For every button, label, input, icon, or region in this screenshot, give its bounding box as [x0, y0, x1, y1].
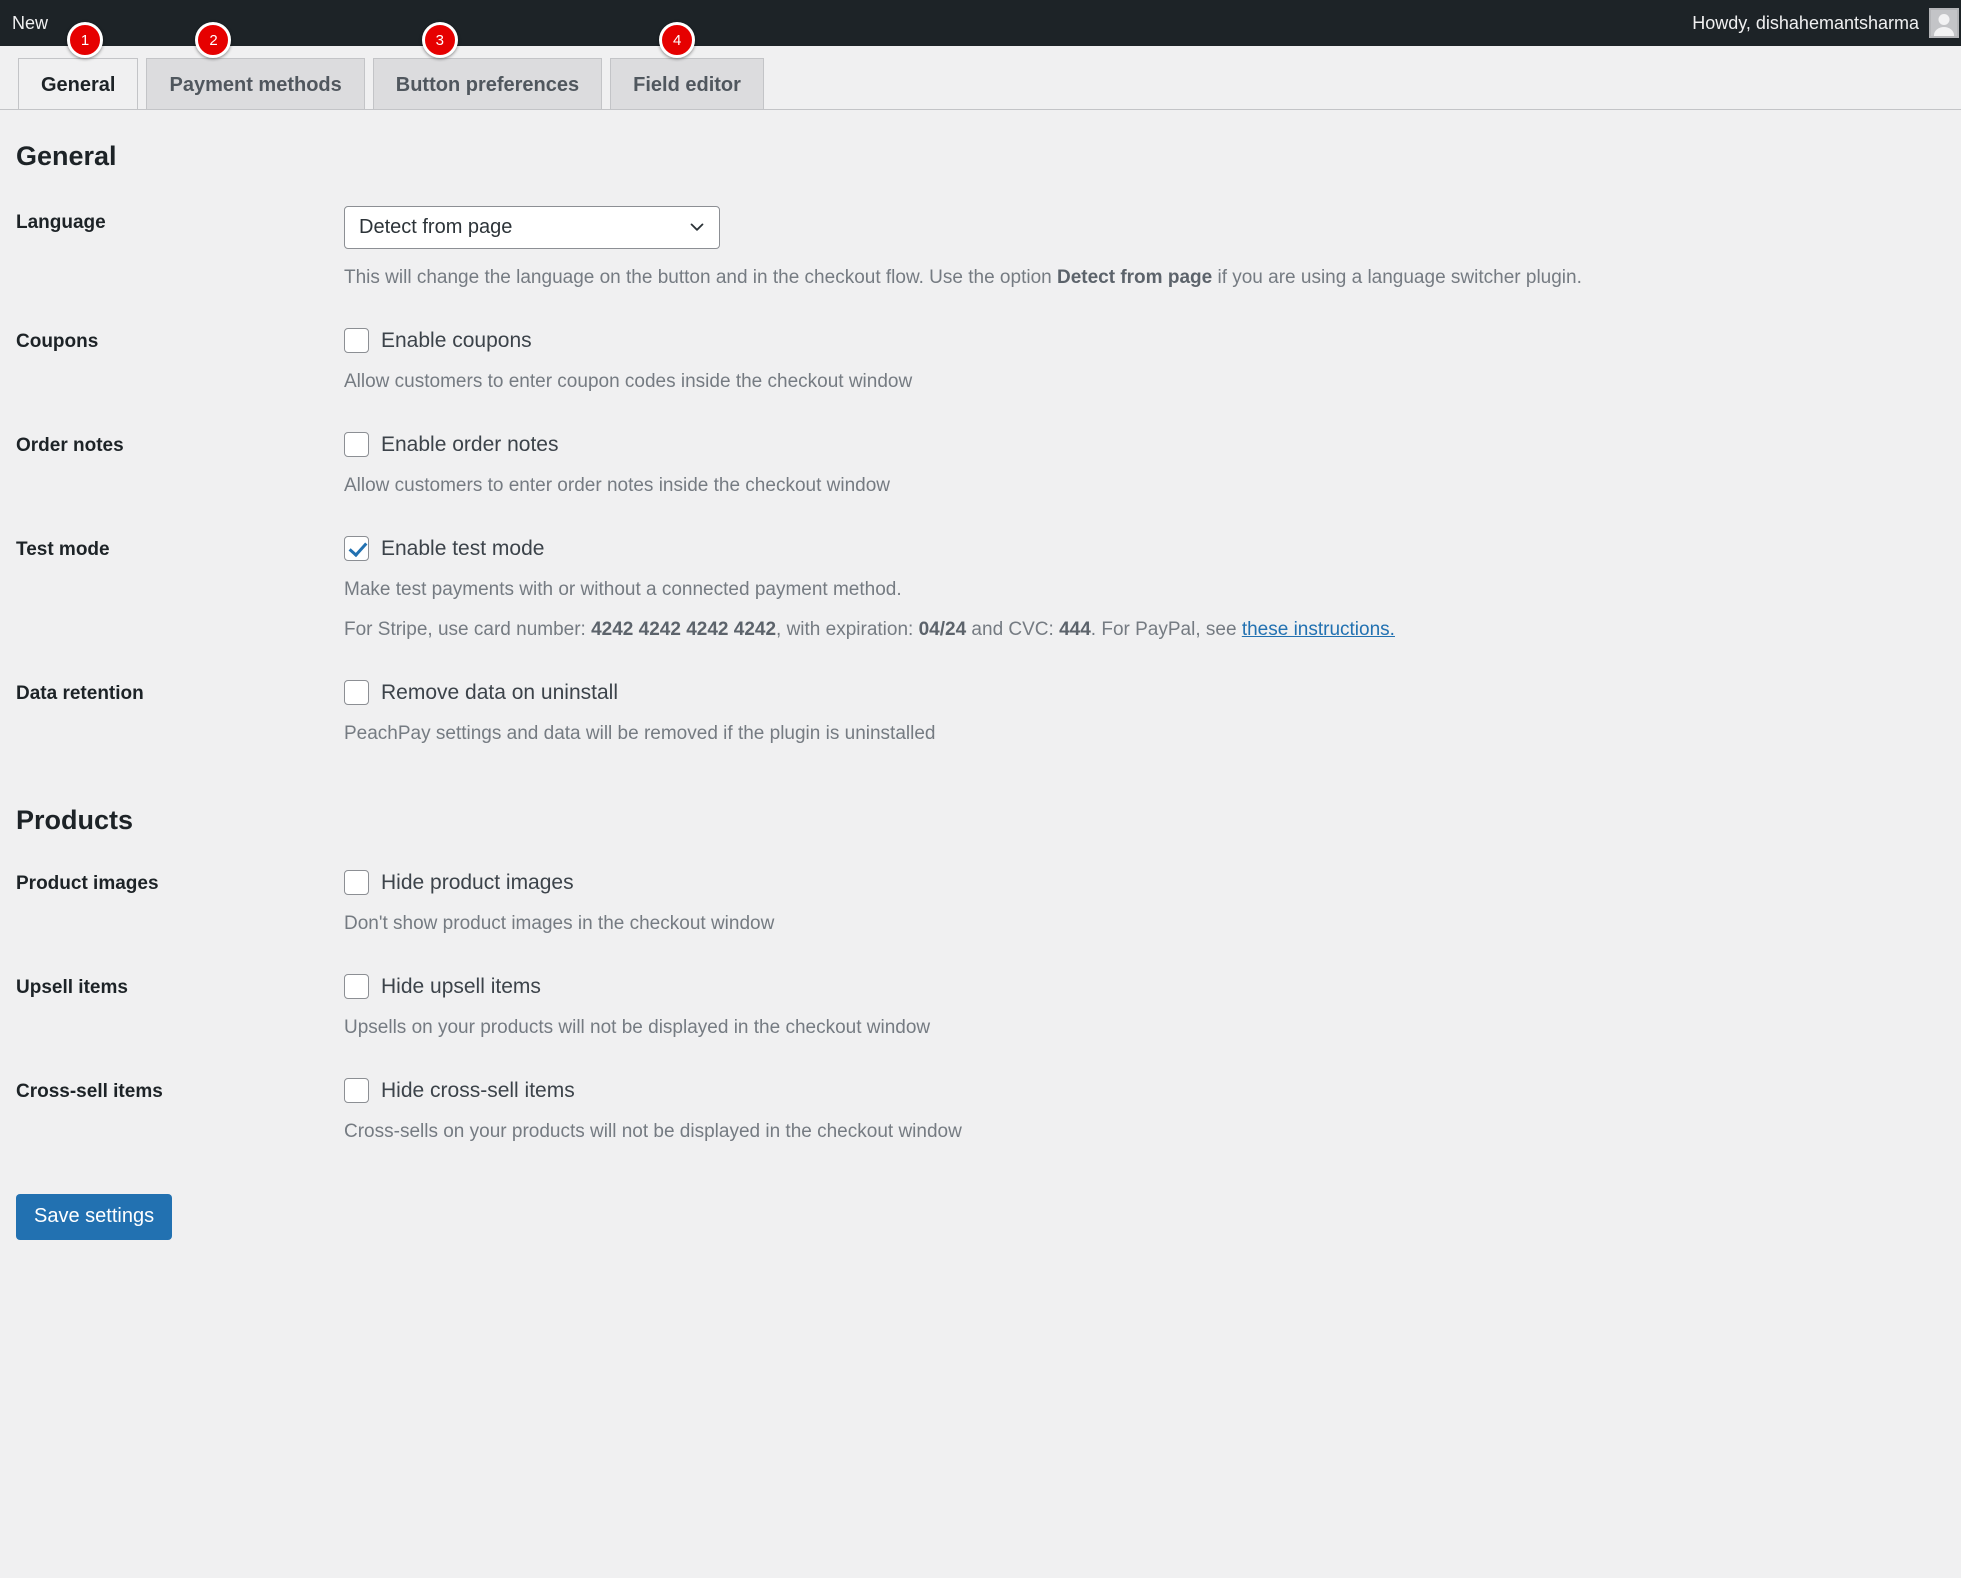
- enable-order-notes-checkbox[interactable]: [344, 431, 369, 457]
- language-desc-part1: This will change the language on the but…: [344, 267, 1057, 289]
- upsell-items-description: Upsells on your products will not be dis…: [344, 1017, 931, 1039]
- language-select-value: Detect from page: [359, 216, 513, 239]
- tab-badge-1: 1: [67, 22, 103, 58]
- wp-admin-bar: New Howdy, dishahemantsharma: [0, 0, 1961, 46]
- tab-general[interactable]: 1 General: [18, 22, 139, 110]
- order-notes-description: Allow customers to enter order notes ins…: [344, 474, 890, 496]
- settings-footer: Save settings: [0, 1193, 1961, 1240]
- hide-product-images-checkbox[interactable]: [344, 870, 369, 896]
- setting-field-language: Detect from page This will change the la…: [344, 206, 1945, 294]
- setting-field-cross-sell-items: Hide cross-sell items Cross-sells on you…: [344, 1077, 1945, 1148]
- enable-order-notes-label: Enable order notes: [381, 432, 559, 456]
- setting-row-cross-sell-items: Cross-sell items Hide cross-sell items C…: [16, 1077, 1945, 1148]
- setting-field-product-images: Hide product images Don't show product i…: [344, 870, 1945, 940]
- test-mode-desc2-a: For Stripe, use card number:: [344, 619, 592, 641]
- test-mode-description-2: For Stripe, use card number: 4242 4242 4…: [344, 615, 1844, 646]
- hide-product-images-row[interactable]: Hide product images: [344, 870, 1945, 896]
- remove-data-on-uninstall-label: Remove data on uninstall: [381, 681, 618, 705]
- admin-bar-new-link[interactable]: New: [12, 14, 48, 32]
- enable-coupons-checkbox[interactable]: [344, 328, 369, 354]
- tab-button-preferences-label: Button preferences: [395, 73, 580, 96]
- admin-bar-right-group: Howdy, dishahemantsharma: [1692, 8, 1961, 38]
- setting-field-upsell-items: Hide upsell items Upsells on your produc…: [344, 974, 1945, 1044]
- enable-test-mode-checkbox[interactable]: [344, 535, 369, 561]
- setting-row-order-notes: Order notes Enable order notes Allow cus…: [16, 431, 1945, 502]
- hide-upsell-items-row[interactable]: Hide upsell items: [344, 974, 1945, 1000]
- hide-cross-sell-items-checkbox[interactable]: [344, 1077, 369, 1103]
- test-mode-desc2-d: . For PayPal, see: [1090, 619, 1242, 641]
- paypal-instructions-link[interactable]: these instructions.: [1242, 619, 1395, 640]
- setting-field-coupons: Enable coupons Allow customers to enter …: [344, 328, 1945, 398]
- setting-label-test-mode: Test mode: [16, 538, 110, 560]
- language-description: This will change the language on the but…: [344, 263, 1844, 294]
- setting-row-product-images: Product images Hide product images Don't…: [16, 870, 1945, 940]
- test-card-expiration: 04/24: [918, 619, 967, 641]
- settings-tab-bar: 1 General 2 Payment methods 3 Button pre…: [0, 22, 1961, 110]
- enable-test-mode-row[interactable]: Enable test mode: [344, 535, 1945, 561]
- admin-bar-left-group: New: [12, 14, 48, 32]
- tab-field-editor[interactable]: 4 Field editor: [610, 22, 764, 110]
- setting-field-order-notes: Enable order notes Allow customers to en…: [344, 431, 1945, 502]
- tab-general-label: General: [41, 73, 116, 96]
- test-card-cvc: 444: [1059, 619, 1091, 641]
- enable-order-notes-row[interactable]: Enable order notes: [344, 431, 1945, 457]
- setting-row-language: Language Detect from page This will chan…: [16, 206, 1945, 294]
- product-images-description: Don't show product images in the checkou…: [344, 913, 775, 935]
- user-avatar-icon[interactable]: [1929, 8, 1959, 38]
- coupons-description: Allow customers to enter coupon codes in…: [344, 371, 913, 393]
- language-select[interactable]: Detect from page: [344, 206, 720, 250]
- section-title-general: General: [16, 141, 117, 171]
- setting-row-coupons: Coupons Enable coupons Allow customers t…: [16, 328, 1945, 398]
- tab-badge-2: 2: [195, 22, 232, 58]
- tab-badge-4: 4: [659, 22, 696, 58]
- section-title-products: Products: [16, 804, 134, 835]
- chevron-down-icon: [689, 219, 705, 235]
- setting-label-product-images: Product images: [16, 873, 159, 895]
- settings-content: General Language Detect from page This w…: [0, 140, 1961, 1148]
- hide-upsell-items-label: Hide upsell items: [381, 975, 541, 999]
- enable-test-mode-label: Enable test mode: [381, 536, 545, 560]
- howdy-greeting[interactable]: Howdy, dishahemantsharma: [1692, 13, 1919, 34]
- hide-cross-sell-items-row[interactable]: Hide cross-sell items: [344, 1077, 1945, 1103]
- data-retention-description: PeachPay settings and data will be remov…: [344, 723, 936, 745]
- setting-label-coupons: Coupons: [16, 331, 99, 353]
- setting-label-data-retention: Data retention: [16, 683, 144, 705]
- setting-row-upsell-items: Upsell items Hide upsell items Upsells o…: [16, 974, 1945, 1044]
- language-desc-part2: if you are using a language switcher plu…: [1212, 267, 1582, 289]
- tab-button-preferences[interactable]: 3 Button preferences: [372, 22, 603, 110]
- tab-bar-underline: [0, 109, 1961, 110]
- setting-field-test-mode: Enable test mode Make test payments with…: [344, 535, 1945, 647]
- enable-coupons-label: Enable coupons: [381, 329, 532, 353]
- tab-payment-methods-label: Payment methods: [169, 73, 342, 96]
- remove-data-row[interactable]: Remove data on uninstall: [344, 680, 1945, 706]
- setting-row-data-retention: Data retention Remove data on uninstall …: [16, 680, 1945, 750]
- setting-row-test-mode: Test mode Enable test mode Make test pay…: [16, 535, 1945, 647]
- enable-coupons-row[interactable]: Enable coupons: [344, 328, 1945, 354]
- tab-badge-3: 3: [421, 22, 458, 58]
- setting-label-cross-sell-items: Cross-sell items: [16, 1080, 163, 1102]
- test-mode-desc2-b: , with expiration:: [776, 619, 919, 641]
- cross-sell-items-description: Cross-sells on your products will not be…: [344, 1120, 962, 1142]
- save-settings-button[interactable]: Save settings: [16, 1193, 173, 1240]
- setting-field-data-retention: Remove data on uninstall PeachPay settin…: [344, 680, 1945, 750]
- setting-label-language: Language: [16, 212, 106, 234]
- tab-payment-methods[interactable]: 2 Payment methods: [146, 22, 365, 110]
- remove-data-on-uninstall-checkbox[interactable]: [344, 680, 369, 706]
- test-mode-description-1: Make test payments with or without a con…: [344, 578, 902, 600]
- language-desc-bold: Detect from page: [1056, 267, 1213, 289]
- test-mode-desc2-c: and CVC:: [966, 619, 1060, 641]
- test-card-number: 4242 4242 4242 4242: [591, 619, 777, 641]
- tab-field-editor-label: Field editor: [633, 73, 741, 96]
- hide-upsell-items-checkbox[interactable]: [344, 974, 369, 1000]
- hide-product-images-label: Hide product images: [381, 871, 574, 895]
- setting-label-upsell-items: Upsell items: [16, 977, 128, 999]
- hide-cross-sell-items-label: Hide cross-sell items: [381, 1078, 575, 1102]
- setting-label-order-notes: Order notes: [16, 434, 124, 456]
